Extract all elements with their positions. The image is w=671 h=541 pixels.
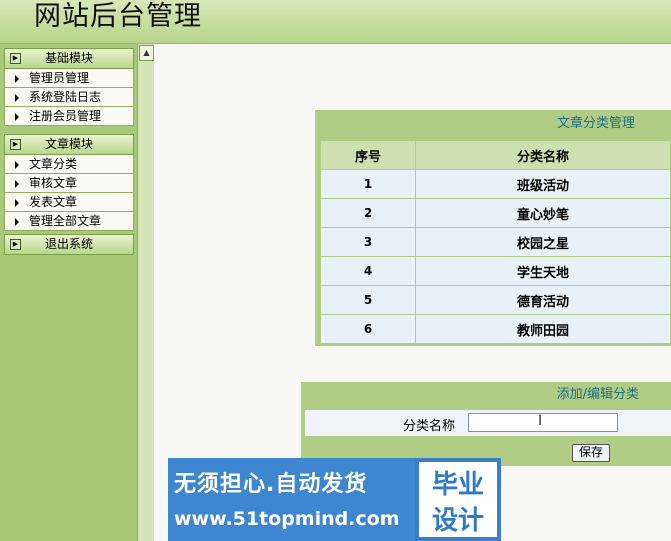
sidebar-item-members[interactable]: 注册会员管理	[4, 107, 134, 126]
row-number: 3	[320, 227, 416, 257]
table-row[interactable]: 1 班级活动	[320, 169, 671, 199]
table-row[interactable]: 2 童心妙笔	[320, 198, 671, 228]
sidebar-menu: ▶ 基础模块 管理员管理 系统登陆日志 注册会员管理 ▶ 文章模块 文章分类 审…	[0, 44, 137, 541]
section-label: 基础模块	[44, 51, 93, 65]
table-row[interactable]: 6 教师田园	[320, 314, 671, 344]
section-header-basic[interactable]: ▶ 基础模块	[4, 48, 134, 69]
category-name: 班级活动	[415, 169, 671, 199]
category-panel: 文章分类管理 序号 分类名称 1 班级活动 2 童心妙笔 3 校园之星 4 学生天地 5…	[315, 110, 671, 346]
section-articles: ▶ 文章模块 文章分类 审核文章 发表文章 管理全部文章	[4, 134, 134, 231]
table-row[interactable]: 3 校园之星	[320, 227, 671, 257]
section-header-articles[interactable]: ▶ 文章模块	[4, 134, 134, 155]
arrow-right-icon	[15, 75, 19, 83]
category-name: 校园之星	[415, 227, 671, 257]
sidebar-item-admin[interactable]: 管理员管理	[4, 69, 134, 88]
sidebar-item-categories[interactable]: 文章分类	[4, 155, 134, 174]
arrow-right-icon	[15, 94, 19, 102]
arrow-right-icon	[15, 180, 19, 188]
category-name: 德育活动	[415, 285, 671, 315]
header-bar: 网站后台管理	[0, 0, 671, 44]
column-header: 序号	[320, 140, 416, 170]
arrow-right-icon	[15, 199, 19, 207]
panel-title: 文章分类管理	[556, 116, 635, 131]
edit-category-panel: 添加/编辑分类 分类名称 Ι 保存	[301, 382, 671, 466]
form-row: 分类名称 Ι	[305, 410, 671, 436]
watermark-url: www.51topmind.com	[174, 508, 400, 530]
section-label: 退出系统	[44, 237, 93, 251]
table-row[interactable]: 4 学生天地	[320, 256, 671, 286]
category-name: 教师田园	[415, 314, 671, 344]
section-label: 文章模块	[44, 137, 93, 151]
category-table: 序号 分类名称 1 班级活动 2 童心妙笔 3 校园之星 4 学生天地 5 德育活动 6教…	[320, 140, 671, 344]
row-number: 4	[320, 256, 416, 286]
sidebar-item-label: 管理员管理	[29, 71, 90, 85]
row-number: 6	[320, 314, 416, 344]
row-number: 1	[320, 169, 416, 199]
watermark-logo-text: 毕业	[431, 470, 484, 500]
table-row[interactable]: 5 德育活动	[320, 285, 671, 315]
sidebar-item-label: 文章分类	[29, 157, 78, 171]
arrow-right-icon	[15, 161, 19, 169]
watermark-logo: 毕业 设计	[419, 462, 497, 537]
watermark-text: 无须担心.自动发货	[174, 472, 368, 497]
sidebar-item-label: 审核文章	[29, 176, 78, 190]
watermark-logo-text: 设计	[431, 506, 484, 536]
sidebar-item-publish[interactable]: 发表文章	[4, 193, 134, 212]
sidebar-item-label: 注册会员管理	[29, 109, 102, 123]
sidebar-item-label: 发表文章	[29, 195, 78, 209]
arrow-right-icon	[15, 113, 19, 121]
save-button[interactable]: 保存	[572, 444, 610, 462]
column-header: 分类名称	[415, 140, 671, 170]
logout-button[interactable]: ▶ 退出系统	[4, 234, 134, 255]
sidebar-item-label: 系统登陆日志	[29, 90, 102, 104]
category-name-label: 分类名称	[403, 419, 456, 434]
site-title: 网站后台管理	[34, 1, 202, 32]
table-header-row: 序号 分类名称	[320, 140, 671, 170]
row-number: 5	[320, 285, 416, 315]
row-number: 2	[320, 198, 416, 228]
category-name: 学生天地	[415, 256, 671, 286]
text-cursor-icon: Ι	[538, 413, 543, 429]
section-basic: ▶ 基础模块 管理员管理 系统登陆日志 注册会员管理	[4, 48, 134, 126]
section-logout: ▶ 退出系统	[4, 234, 134, 255]
watermark-banner: 无须担心.自动发货 www.51topmind.com 毕业 设计	[168, 458, 501, 541]
sidebar-item-all-articles[interactable]: 管理全部文章	[4, 212, 134, 231]
sidebar: ▶ 基础模块 管理员管理 系统登陆日志 注册会员管理 ▶ 文章模块 文章分类 审…	[0, 44, 154, 541]
sidebar-item-review[interactable]: 审核文章	[4, 174, 134, 193]
scroll-up-icon[interactable]: ▲	[139, 45, 154, 61]
category-name-input[interactable]	[468, 413, 618, 432]
sidebar-item-label: 管理全部文章	[29, 214, 102, 228]
watermark-left: 无须担心.自动发货 www.51topmind.com	[168, 458, 415, 541]
arrow-right-icon	[15, 218, 19, 226]
panel-title: 添加/编辑分类	[556, 387, 639, 402]
category-name: 童心妙笔	[415, 198, 671, 228]
sidebar-scrollbar[interactable]: ▲	[137, 44, 154, 541]
sidebar-item-login-log[interactable]: 系统登陆日志	[4, 88, 134, 107]
